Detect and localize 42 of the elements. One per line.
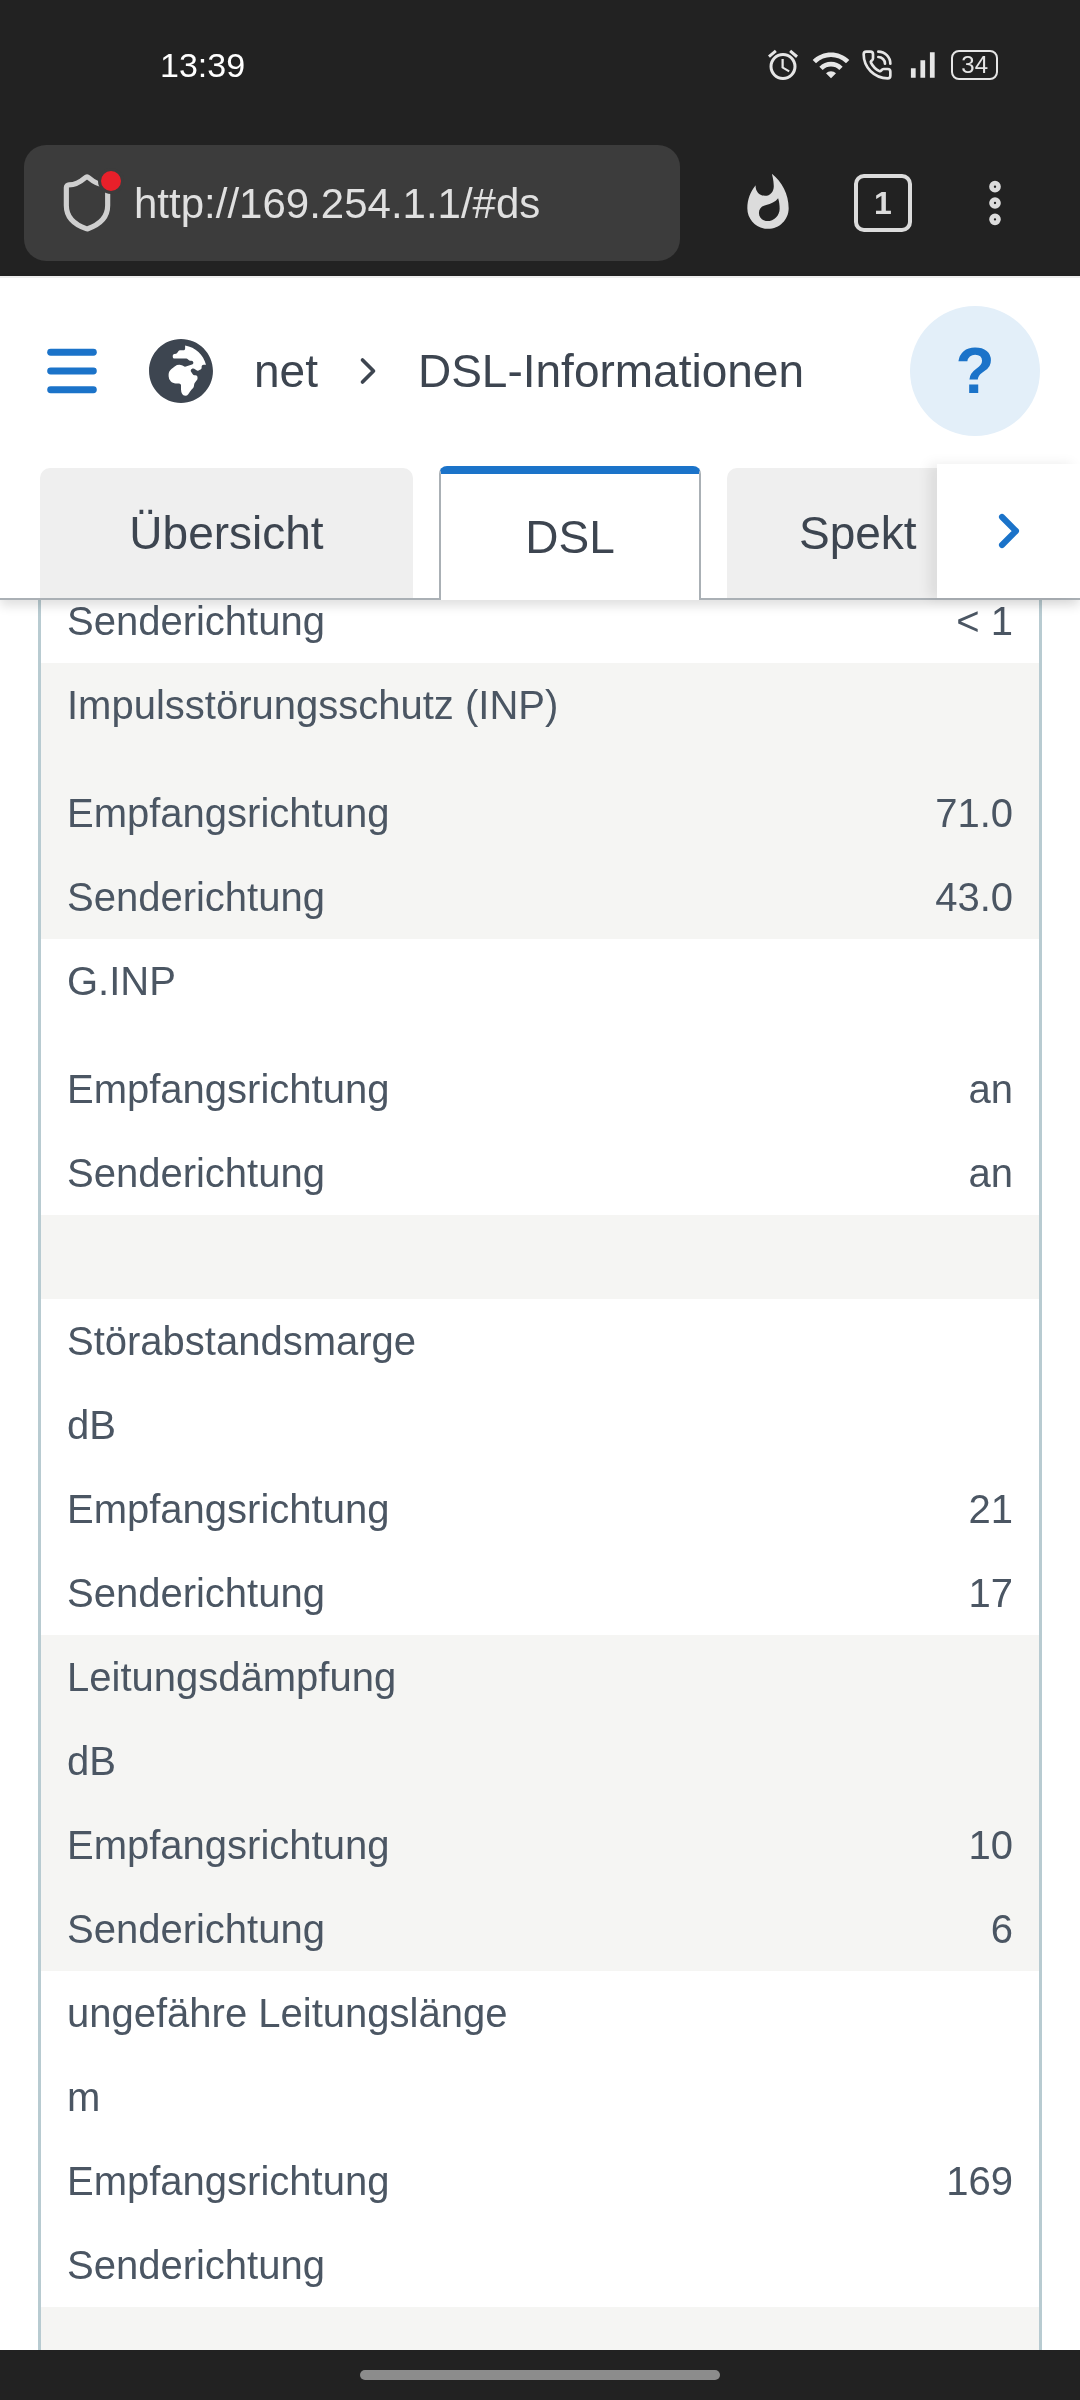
section-title: ungefähre Leitungslänge xyxy=(67,1990,508,2037)
row-label: Senderichtung xyxy=(67,1570,325,1617)
unit-label: dB xyxy=(67,1402,116,1449)
row-label: Empfangsrichtung xyxy=(67,1066,390,1113)
row-value: 17 xyxy=(968,1570,1013,1617)
row-value: an xyxy=(968,1150,1013,1197)
row-label: Senderichtung xyxy=(67,1906,325,1953)
row-label: Empfangsrichtung xyxy=(67,2158,390,2205)
breadcrumb-item[interactable]: net xyxy=(254,336,318,406)
battery-indicator: 34 xyxy=(951,50,998,80)
row-label: Senderichtung xyxy=(67,600,325,645)
row-value: 21 xyxy=(968,1486,1013,1533)
row-value: 71.0 xyxy=(935,790,1013,837)
row-value: 169 xyxy=(946,2158,1013,2205)
phone-icon xyxy=(861,49,894,81)
breadcrumb-current: DSL-Informationen xyxy=(417,343,805,399)
unit-label: m xyxy=(67,2074,101,2121)
row-label: Empfangsrichtung xyxy=(67,1822,390,1869)
section-title: Impulsstörungsschutz (INP) xyxy=(67,682,559,729)
url-text: http://169.254.1.1/#ds xyxy=(134,178,541,229)
unit-label: dB xyxy=(67,1738,116,1785)
help-button[interactable]: ? xyxy=(910,306,1040,436)
tab[interactable]: Übersicht xyxy=(40,468,413,598)
row-value: an xyxy=(968,1066,1013,1113)
row-label: Senderichtung xyxy=(67,2242,325,2289)
status-time: 13:39 xyxy=(160,44,246,86)
tab-count-button[interactable]: 1 xyxy=(854,174,912,232)
row-label: Empfangsrichtung xyxy=(67,1486,390,1533)
url-bar[interactable]: http://169.254.1.1/#ds xyxy=(24,145,680,261)
section-title: Störabstandsmarge xyxy=(67,1318,417,1365)
globe-icon[interactable] xyxy=(148,338,214,404)
row-value: 6 xyxy=(990,1906,1013,1953)
section-title: Leitungsdämpfung xyxy=(67,1654,397,1701)
row-label: Senderichtung xyxy=(67,874,325,921)
tab[interactable]: Spekt xyxy=(727,468,937,598)
row-value: < 1 xyxy=(956,600,1013,645)
row-label: Empfangsrichtung xyxy=(67,790,390,837)
section-title: G.INP xyxy=(67,958,176,1005)
tab[interactable]: DSL xyxy=(439,466,701,600)
row-value: 10 xyxy=(968,1822,1013,1869)
row-label: Senderichtung xyxy=(67,1150,325,1197)
row-value: 43.0 xyxy=(935,874,1013,921)
